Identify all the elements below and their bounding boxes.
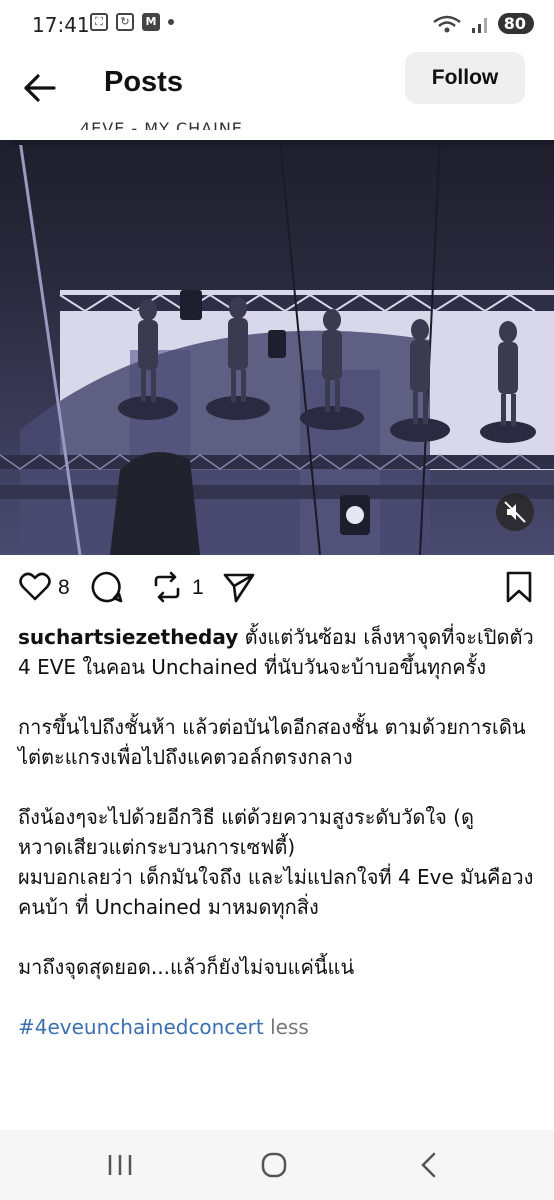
status-bar: 17:41 ⛶ ↻ M 80 xyxy=(0,0,554,50)
signal-icon xyxy=(471,17,487,33)
home-icon xyxy=(261,1152,287,1178)
status-time: 17:41 xyxy=(32,13,90,37)
caption-paragraph-4: มาถึงจุดสุดยอด...แล้วก็ยังไม่จบแค่นี้แน่ xyxy=(18,955,355,979)
notification-icons: ⛶ ↻ M xyxy=(90,13,174,31)
previous-post-caption: 4EVE - MY CHAINE xyxy=(80,119,243,130)
save-button[interactable] xyxy=(504,570,534,608)
caption-paragraph-2: การขึ้นไปถึงชั้นห้า แล้วต่อบันไดอีกสองชั… xyxy=(18,715,526,769)
page-title: Posts xyxy=(104,66,183,98)
system-nav-bar xyxy=(0,1130,554,1200)
concert-photo xyxy=(0,140,554,555)
caption-paragraph-3b: ผมบอกเลยว่า เด็กมันใจถึง และไม่แปลกใจที่… xyxy=(18,865,534,919)
back-button[interactable] xyxy=(20,68,64,108)
repost-icon xyxy=(154,571,180,603)
heart-icon xyxy=(19,572,51,601)
repost-count: 1 xyxy=(192,576,204,599)
comment-button[interactable] xyxy=(90,570,124,608)
bookmark-icon xyxy=(506,571,532,603)
like-count: 8 xyxy=(58,576,70,599)
chevron-left-icon xyxy=(421,1152,436,1178)
home-button[interactable] xyxy=(254,1148,294,1182)
mute-button[interactable] xyxy=(496,493,534,531)
hashtag-link[interactable]: #4eveunchainedconcert xyxy=(18,1015,264,1039)
post-media[interactable] xyxy=(0,140,554,555)
share-button[interactable] xyxy=(222,570,256,608)
screenshot-icon: ⛶ xyxy=(90,13,108,31)
action-bar: 8 1 xyxy=(0,560,554,616)
recents-icon xyxy=(108,1155,132,1175)
caption-tags: #4eveunchainedconcert less xyxy=(18,1012,536,1042)
caption-paragraph-3a: ถึงน้องๆจะไปด้วยอีกวิธี แต่ด้วยความสูงระ… xyxy=(18,805,474,859)
less-link[interactable]: less xyxy=(264,1015,309,1039)
like-button[interactable] xyxy=(18,570,52,608)
system-icons: 80 xyxy=(432,13,534,34)
wifi-icon xyxy=(432,15,461,32)
gmail-icon: M xyxy=(142,13,160,31)
sync-icon: ↻ xyxy=(116,13,134,31)
caption-paragraph-1: suchartsiezetheday ตั้งแต่วันซ้อม เล็งหา… xyxy=(18,622,536,682)
battery-level: 80 xyxy=(497,13,534,34)
recent-apps-button[interactable] xyxy=(100,1148,140,1182)
more-notifications-icon xyxy=(168,19,174,25)
speaker-muted-icon xyxy=(504,501,526,523)
comment-icon xyxy=(91,571,123,603)
author-username[interactable]: suchartsiezetheday xyxy=(18,625,238,649)
system-back-button[interactable] xyxy=(410,1148,450,1182)
follow-button[interactable]: Follow xyxy=(405,52,525,104)
post-caption: suchartsiezetheday ตั้งแต่วันซ้อม เล็งหา… xyxy=(18,622,536,1042)
repost-button[interactable] xyxy=(150,570,184,608)
back-arrow-icon xyxy=(24,74,56,102)
send-icon xyxy=(223,573,255,603)
